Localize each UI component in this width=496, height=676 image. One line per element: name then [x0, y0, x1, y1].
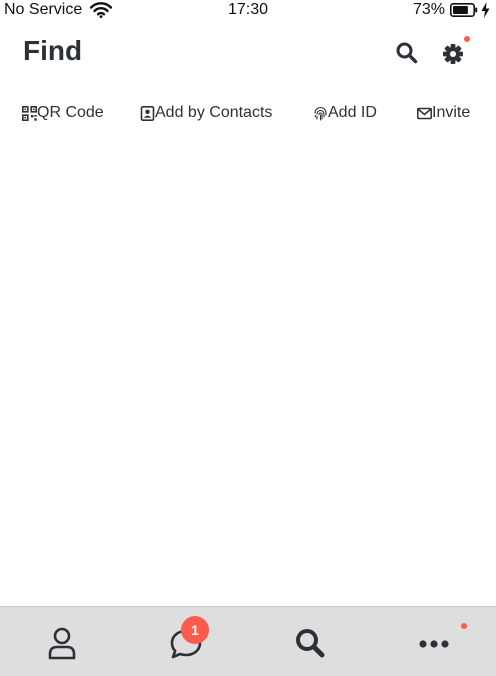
tab-more[interactable]	[372, 607, 496, 676]
header-search-button[interactable]	[394, 40, 420, 66]
find-screen: No Service 17:30 73% Find QR Code Add by…	[0, 0, 496, 676]
battery-percent: 73%	[412, 1, 445, 18]
qr-code-icon	[22, 105, 37, 121]
person-icon	[48, 627, 76, 660]
search-icon	[296, 629, 325, 658]
qr-code-button[interactable]: QR Code	[22, 104, 104, 122]
gear-icon	[443, 44, 463, 64]
fingerprint-icon	[314, 106, 327, 121]
envelope-icon	[417, 107, 432, 119]
invite-button[interactable]: Invite	[417, 104, 470, 122]
contact-card-icon	[140, 105, 155, 121]
tab-discover[interactable]	[248, 607, 372, 676]
page-title: Find	[23, 35, 83, 66]
search-icon	[396, 42, 418, 64]
status-right: 73%	[413, 1, 490, 19]
more-dots-icon	[419, 640, 449, 648]
battery-icon	[450, 3, 478, 17]
qr-code-label: QR Code	[37, 104, 104, 121]
add-by-contacts-button[interactable]: Add by Contacts	[140, 104, 272, 122]
bottom-tab-bar: 1	[0, 606, 496, 676]
more-notification-dot	[461, 623, 467, 629]
settings-notification-dot	[464, 36, 470, 42]
invite-label: Invite	[432, 104, 471, 121]
status-bar: No Service 17:30 73%	[0, 0, 496, 22]
tab-contacts[interactable]	[0, 607, 124, 676]
unread-badge: 1	[181, 616, 209, 644]
add-friend-actions: QR Code Add by Contacts Add ID Invite	[0, 104, 496, 128]
add-by-contacts-label: Add by Contacts	[155, 104, 273, 121]
tab-messages[interactable]: 1	[124, 607, 248, 676]
add-id-button[interactable]: Add ID	[313, 104, 377, 122]
header-settings-button[interactable]	[440, 36, 470, 66]
add-id-label: Add ID	[328, 104, 377, 121]
charging-bolt-icon	[481, 2, 490, 18]
